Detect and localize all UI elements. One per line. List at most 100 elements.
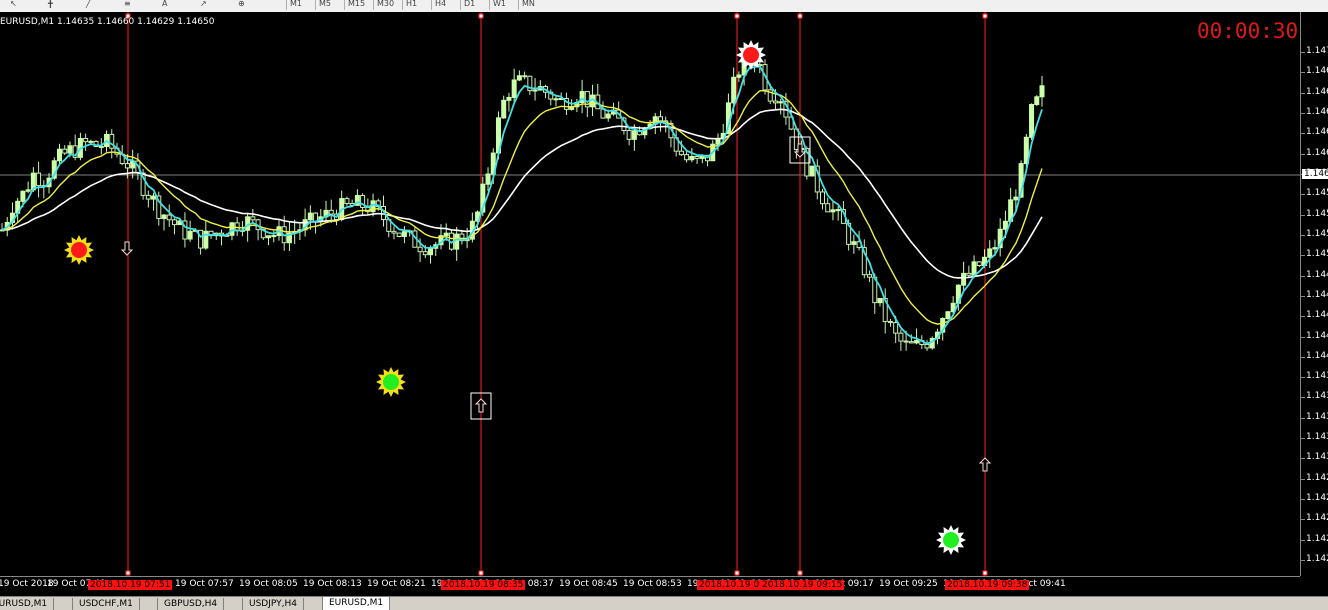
timeframe-m30[interactable]: M30: [377, 0, 394, 10]
time-tick-label: 19 Oct 09:25: [879, 579, 938, 589]
arrow-down-icon-glyph: [120, 241, 134, 256]
candle-body: [605, 113, 611, 119]
candle-body: [987, 248, 993, 258]
candle-body: [731, 76, 737, 104]
price-tick-mark: [1301, 153, 1305, 155]
candle-body: [945, 311, 951, 320]
chart-tab-eurusd-m1[interactable]: EURUSD,M1: [0, 598, 55, 610]
candle-body: [736, 74, 742, 78]
vline-handle-top: [797, 13, 803, 19]
price-tick-label: 1.1452: [1306, 228, 1328, 239]
chart-tab-eurusd-m1[interactable]: EURUSD,M1: [322, 597, 391, 610]
line-icon[interactable]: ╱: [86, 0, 91, 10]
candle-body: [631, 130, 637, 140]
toolbar-separator: [315, 0, 316, 10]
crosshair-icon[interactable]: ╋: [48, 0, 53, 10]
timeframe-w1[interactable]: W1: [493, 0, 506, 10]
timeframe-h4[interactable]: H4: [435, 0, 446, 10]
timeframe-m1[interactable]: M1: [290, 0, 302, 10]
price-tick-mark: [1301, 539, 1305, 541]
candle-body: [187, 230, 193, 240]
candle-body: [893, 322, 899, 334]
sell-signal-marker-dot: [743, 47, 759, 63]
chart-tab-gbpusd-h4[interactable]: GBPUSD,H4: [157, 598, 225, 610]
timeframe-m15[interactable]: M15: [348, 0, 365, 10]
price-tick-label: 1.1424: [1306, 513, 1328, 524]
candle-body: [971, 261, 977, 276]
candle-body: [307, 212, 313, 221]
price-tick-label: 1.1462: [1306, 127, 1328, 138]
price-tick-label: 1.1432: [1306, 432, 1328, 443]
time-axis[interactable]: 19 Oct 2018 19 Oct 07:49 19 Oct 07:57 19 Oc…: [0, 576, 1300, 597]
price-tick-mark: [1301, 113, 1305, 115]
candle-body: [1002, 220, 1008, 230]
chart-tabs: EURUSD,M1 USDCHF,M1 GBPUSD,H4 USDJPY,H4 EURU…: [0, 596, 1328, 610]
candle-body: [715, 138, 721, 145]
candle-body: [825, 203, 831, 213]
candle-body: [966, 272, 972, 276]
price-chart[interactable]: EURUSD,M1 1.14635 1.14660 1.14629 1.1465…: [0, 12, 1300, 576]
time-tick-label: 19 Oct 08:53: [623, 579, 682, 589]
candle-body: [1039, 85, 1045, 98]
candle-body: [694, 156, 700, 159]
price-axis[interactable]: 1.1470 1.1468 1.1466 1.1464 1.1462 1.1460 1.14…: [1300, 12, 1328, 576]
timeframe-d1[interactable]: D1: [464, 0, 475, 10]
price-tick-mark: [1301, 397, 1305, 399]
candle-body: [344, 198, 350, 204]
toolbar-separator: [286, 0, 287, 10]
candle-body: [250, 216, 256, 221]
price-tick-label: 1.1434: [1306, 411, 1328, 422]
vline-handle-bottom: [125, 570, 131, 576]
candle-body: [867, 274, 873, 278]
current-price-label: 1.1465: [1302, 169, 1328, 179]
candle-body: [820, 191, 826, 205]
price-tick-mark: [1301, 255, 1305, 257]
candle-body: [522, 75, 528, 78]
candle-timer: 00:00:30: [1197, 19, 1299, 43]
text-icon[interactable]: A: [162, 0, 167, 10]
fibo-icon[interactable]: ≡: [124, 0, 131, 10]
chart-tab-usdjpy-h4[interactable]: USDJPY,H4: [242, 598, 304, 610]
candle-body: [1029, 103, 1035, 138]
timeframe-m5[interactable]: M5: [319, 0, 331, 10]
candle-body: [166, 214, 172, 221]
price-tick-label: 1.1450: [1306, 249, 1328, 260]
price-tick-mark: [1301, 560, 1305, 561]
price-tick-mark: [1301, 214, 1305, 216]
timeframe-mn[interactable]: MN: [522, 0, 535, 10]
toolbar-separator: [518, 0, 519, 10]
timeframe-h1[interactable]: H1: [406, 0, 417, 10]
vline-handle-top: [734, 13, 740, 19]
candle-body: [328, 209, 334, 215]
candle-body: [229, 222, 235, 236]
price-tick-mark: [1301, 133, 1305, 135]
candle-body: [443, 232, 449, 237]
price-tick-label: 1.1428: [1306, 472, 1328, 483]
price-tick-label: 1.1422: [1306, 533, 1328, 544]
candle-body: [976, 261, 982, 266]
candle-body: [62, 148, 68, 154]
price-tick-mark: [1301, 519, 1305, 521]
time-tick-label: 19 Oct 08:45: [559, 579, 618, 589]
signal-time-label: 2018.10.19 09:38: [945, 580, 1030, 590]
cursor-icon[interactable]: ↖: [10, 0, 17, 10]
price-tick-label: 1.1446: [1306, 289, 1328, 300]
candle-body: [516, 75, 522, 81]
time-tick-label: 19 Oct 08:13: [303, 579, 362, 589]
price-tick-label: 1.1426: [1306, 493, 1328, 504]
candle-body: [1034, 96, 1040, 105]
candle-body: [830, 209, 836, 213]
candle-body: [914, 340, 920, 344]
candle-body: [501, 99, 507, 119]
arrow-icon[interactable]: ↗: [200, 0, 207, 10]
vline-handle-bottom: [734, 570, 740, 576]
time-tick-label: 19 Oct 2018: [0, 579, 54, 589]
candle-body: [1013, 196, 1019, 201]
candle-body: [171, 219, 177, 226]
candle-body: [689, 156, 695, 161]
candle-body: [772, 100, 778, 104]
zoom-icon[interactable]: ⊕: [238, 0, 245, 10]
candle-body: [485, 173, 491, 185]
candle-body: [657, 116, 663, 122]
chart-tab-usdchf-m1[interactable]: USDCHF,M1: [72, 598, 140, 610]
